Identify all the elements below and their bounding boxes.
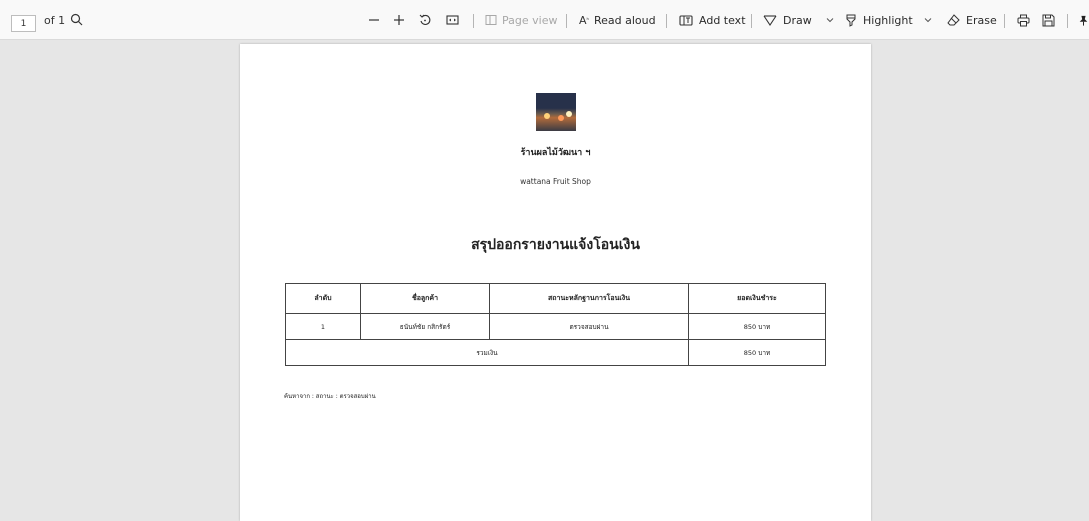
print-icon[interactable] — [1016, 13, 1030, 27]
chevron-down-icon[interactable] — [924, 17, 932, 23]
table-total-row: รวมเงิน 850 บาท — [285, 339, 826, 366]
read-aloud-icon: Aʰ — [579, 13, 589, 27]
page-count-label: of 1 — [44, 14, 66, 27]
search-criteria-note: ค้นหาจาก : สถานะ : ตรวจสอบผ่าน — [284, 393, 376, 400]
add-text-label: Add text — [699, 13, 746, 27]
table-cell: ตรวจสอบผ่าน — [489, 313, 689, 340]
chevron-down-icon[interactable] — [826, 17, 834, 23]
fit-page-icon[interactable] — [445, 13, 459, 27]
add-text-icon — [679, 14, 693, 26]
pdf-page: ร้านผลไม้วัฒนา ฯ wattana Fruit Shop สรุป… — [240, 44, 871, 521]
highlighter-icon — [845, 14, 857, 27]
toolbar-separator — [1067, 14, 1068, 28]
add-text-button[interactable]: Add text — [679, 0, 746, 40]
toolbar-separator — [1004, 14, 1005, 28]
highlight-label: Highlight — [863, 13, 913, 27]
table-header-row: ลำดับ ชื่อลูกค้า สถานะหลักฐานการโอนเงิน … — [285, 283, 826, 314]
rotate-icon[interactable] — [418, 13, 432, 27]
eraser-icon — [947, 14, 960, 26]
report-table: ลำดับ ชื่อลูกค้า สถานะหลักฐานการโอนเงิน … — [285, 283, 826, 366]
zoom-out-icon[interactable] — [367, 13, 381, 27]
total-label: รวมเงิน — [285, 339, 689, 366]
save-icon[interactable] — [1041, 13, 1055, 27]
shop-logo-image — [536, 93, 576, 131]
highlight-button[interactable]: Highlight — [845, 0, 932, 40]
draw-button[interactable]: Draw — [763, 0, 834, 40]
pdf-toolbar: 1 of 1 Page view Aʰ Read aloud Add text — [0, 0, 1089, 40]
column-header: ลำดับ — [285, 283, 361, 314]
column-header: สถานะหลักฐานการโอนเงิน — [489, 283, 689, 314]
column-header: ยอดเงินชำระ — [688, 283, 826, 314]
erase-label: Erase — [966, 13, 997, 27]
draw-label: Draw — [783, 13, 812, 27]
shop-name-thai: ร้านผลไม้วัฒนา ฯ — [520, 148, 591, 158]
toolbar-separator — [666, 14, 667, 28]
column-header: ชื่อลูกค้า — [360, 283, 490, 314]
toolbar-separator — [473, 14, 474, 28]
erase-button[interactable]: Erase — [947, 0, 997, 40]
page-number-input[interactable]: 1 — [11, 15, 36, 32]
pin-icon[interactable] — [1078, 13, 1089, 27]
draw-icon — [763, 14, 777, 26]
table-cell: 1 — [285, 313, 361, 340]
report-title: สรุปออกรายงานแจ้งโอนเงิน — [471, 237, 640, 253]
page-view-icon — [485, 14, 497, 26]
table-cell: ธนันท์ชัย กสิกรัตร์ — [360, 313, 490, 340]
read-aloud-label: Read aloud — [593, 13, 656, 27]
zoom-in-icon[interactable] — [392, 13, 406, 27]
read-aloud-button[interactable]: Aʰ Read aloud — [579, 0, 656, 40]
table-row: 1 ธนันท์ชัย กสิกรัตร์ ตรวจสอบผ่าน 850 บา… — [285, 313, 826, 340]
search-icon[interactable] — [69, 12, 83, 26]
shop-name-english: wattana Fruit Shop — [520, 177, 591, 186]
page-view-label: Page view — [502, 13, 558, 27]
toolbar-separator — [751, 14, 752, 28]
table-cell: 850 บาท — [688, 313, 826, 340]
total-value: 850 บาท — [688, 339, 826, 366]
page-view-button[interactable]: Page view — [485, 0, 557, 40]
toolbar-separator — [566, 14, 567, 28]
